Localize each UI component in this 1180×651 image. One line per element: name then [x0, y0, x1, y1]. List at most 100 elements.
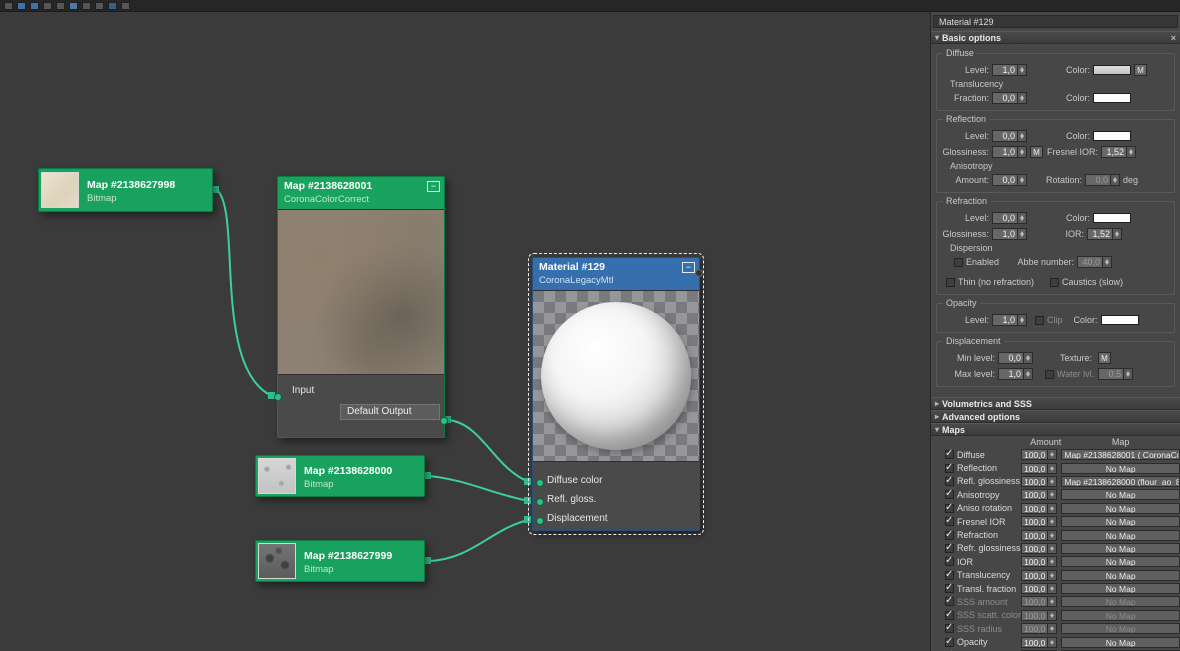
displacement-texture-button[interactable]: M [1098, 352, 1111, 364]
minimize-node-button[interactable]: − [427, 181, 440, 192]
spinner-arrows-icon[interactable] [1017, 131, 1026, 141]
thin-refraction-checkbox[interactable] [946, 277, 955, 287]
water-level-checkbox[interactable] [1045, 369, 1054, 379]
spinner-arrows-icon[interactable] [1047, 490, 1057, 500]
menu-icon[interactable] [4, 1, 13, 10]
map-slot-button[interactable]: No Map [1061, 489, 1180, 501]
layers-icon[interactable] [121, 1, 130, 10]
spinner-arrows-icon[interactable] [1047, 624, 1057, 634]
input-socket[interactable] [274, 393, 282, 401]
spinner-arrows-icon[interactable] [1047, 610, 1057, 620]
dispersion-enabled-checkbox[interactable] [954, 257, 963, 267]
map-enable-checkbox[interactable] [945, 448, 954, 460]
map-enable-checkbox[interactable] [945, 475, 954, 486]
slot-refl-gloss[interactable]: Refl. gloss. [533, 490, 699, 509]
map-amount-spinner[interactable]: 100,0 [1021, 502, 1058, 514]
node-bitmap-2138627998[interactable]: Map #2138627998 Bitmap [38, 168, 213, 212]
translucency-color-swatch[interactable] [1093, 93, 1131, 103]
map-slot-button[interactable]: No Map [1061, 502, 1180, 514]
fraction-spinner[interactable]: 0,0 [992, 92, 1027, 104]
spinner-arrows-icon[interactable] [1047, 557, 1057, 567]
rollout-maps[interactable]: Maps [931, 423, 1180, 436]
max-level-spinner[interactable]: 1,0 [998, 368, 1033, 380]
spinner-arrows-icon[interactable] [1110, 175, 1119, 185]
slot-diffuse-color[interactable]: Diffuse color [533, 471, 699, 490]
map-slot-button[interactable]: No Map [1061, 556, 1180, 568]
rollout-advanced-options[interactable]: Advanced options [931, 410, 1180, 423]
glossiness-spinner[interactable]: 1,0 [992, 146, 1027, 158]
map-slot-button[interactable]: No Map [1061, 569, 1180, 581]
rotate-tool-icon[interactable] [56, 1, 65, 10]
reflection-color-swatch[interactable] [1093, 131, 1131, 141]
spinner-arrows-icon[interactable] [1047, 570, 1057, 580]
min-level-spinner[interactable]: 0,0 [998, 352, 1033, 364]
spinner-arrows-icon[interactable] [1047, 517, 1057, 527]
map-enable-checkbox[interactable] [945, 595, 954, 607]
rollout-volumetrics-sss[interactable]: Volumetrics and SSS [931, 397, 1180, 410]
node-bitmap-2138628000[interactable]: Map #2138628000 Bitmap [255, 455, 425, 497]
gloss-input-socket[interactable] [536, 498, 544, 506]
spinner-arrows-icon[interactable] [1017, 175, 1026, 185]
water-level-spinner[interactable]: 0,5 [1098, 368, 1134, 380]
map-enable-checkbox[interactable] [945, 622, 954, 634]
refraction-color-swatch[interactable] [1093, 213, 1131, 223]
map-amount-spinner[interactable]: 100,0 [1021, 609, 1058, 621]
material-picker-icon[interactable] [69, 1, 78, 10]
map-slot-button[interactable]: No Map [1061, 516, 1180, 528]
close-icon[interactable]: × [1171, 33, 1176, 43]
caustics-checkbox[interactable] [1050, 277, 1060, 287]
displacement-input-socket[interactable] [536, 517, 544, 525]
spinner-arrows-icon[interactable] [1047, 597, 1057, 607]
select-by-name-icon[interactable] [30, 1, 39, 10]
map-enable-checkbox[interactable] [945, 542, 954, 553]
map-enable-checkbox[interactable] [945, 609, 954, 620]
opacity-level-spinner[interactable]: 1,0 [992, 314, 1027, 326]
map-amount-spinner[interactable]: 100,0 [1021, 569, 1058, 581]
map-slot-button[interactable]: Map #2138628000 (flour_ao_8k [1061, 475, 1180, 487]
diffuse-color-swatch[interactable] [1093, 65, 1131, 75]
map-amount-spinner[interactable]: 100,0 [1021, 636, 1058, 648]
map-slot-button[interactable]: No Map [1061, 462, 1180, 474]
spinner-arrows-icon[interactable] [1126, 147, 1135, 157]
refraction-level-spinner[interactable]: 0,0 [992, 212, 1027, 224]
map-amount-spinner[interactable]: 100,0 [1021, 596, 1058, 608]
spinner-arrows-icon[interactable] [1017, 315, 1026, 325]
material-output-socket[interactable] [695, 269, 703, 277]
map-amount-spinner[interactable]: 100,0 [1021, 475, 1058, 487]
snap-icon[interactable] [82, 1, 91, 10]
fresnel-ior-spinner[interactable]: 1,52 [1101, 146, 1136, 158]
map-amount-spinner[interactable]: 100,0 [1021, 516, 1058, 528]
map-enable-checkbox[interactable] [945, 515, 954, 527]
map-slot-button[interactable]: No Map [1061, 596, 1180, 608]
map-amount-spinner[interactable]: 100,0 [1021, 449, 1058, 461]
map-slot-button[interactable]: No Map [1061, 623, 1180, 635]
map-slot-button[interactable]: No Map [1061, 636, 1180, 648]
opacity-color-swatch[interactable] [1100, 315, 1139, 325]
map-enable-checkbox[interactable] [945, 502, 954, 513]
render-setup-icon[interactable] [108, 1, 117, 10]
map-amount-spinner[interactable]: 100,0 [1021, 583, 1058, 595]
select-tool-icon[interactable] [17, 1, 26, 10]
spinner-arrows-icon[interactable] [1047, 463, 1057, 473]
spinner-arrows-icon[interactable] [1047, 637, 1057, 647]
spinner-arrows-icon[interactable] [1017, 93, 1026, 103]
abbe-number-spinner[interactable]: 40,0 [1077, 256, 1113, 268]
mirror-icon[interactable] [95, 1, 104, 10]
rollout-basic-options[interactable]: Basic options × [931, 31, 1180, 44]
map-amount-spinner[interactable]: 100,0 [1021, 623, 1058, 635]
slot-displacement[interactable]: Displacement [533, 509, 699, 528]
map-amount-spinner[interactable]: 100,0 [1021, 556, 1058, 568]
map-enable-checkbox[interactable] [945, 569, 954, 580]
spinner-arrows-icon[interactable] [1102, 257, 1112, 267]
spinner-arrows-icon[interactable] [1023, 353, 1032, 363]
map-slot-button[interactable]: Map #2138628001 ( CoronaCol [1061, 449, 1180, 461]
spinner-arrows-icon[interactable] [1047, 450, 1057, 460]
map-enable-checkbox[interactable] [945, 582, 954, 594]
spinner-arrows-icon[interactable] [1047, 543, 1057, 553]
spinner-arrows-icon[interactable] [1017, 213, 1026, 223]
ior-spinner[interactable]: 1,52 [1087, 228, 1122, 240]
node-bitmap-2138627999[interactable]: Map #2138627999 Bitmap [255, 540, 425, 582]
reflection-level-spinner[interactable]: 0,0 [992, 130, 1027, 142]
clip-checkbox[interactable] [1035, 315, 1044, 325]
node-material-129[interactable]: Material #129 CoronaLegacyMtl − Diffuse … [528, 253, 704, 535]
